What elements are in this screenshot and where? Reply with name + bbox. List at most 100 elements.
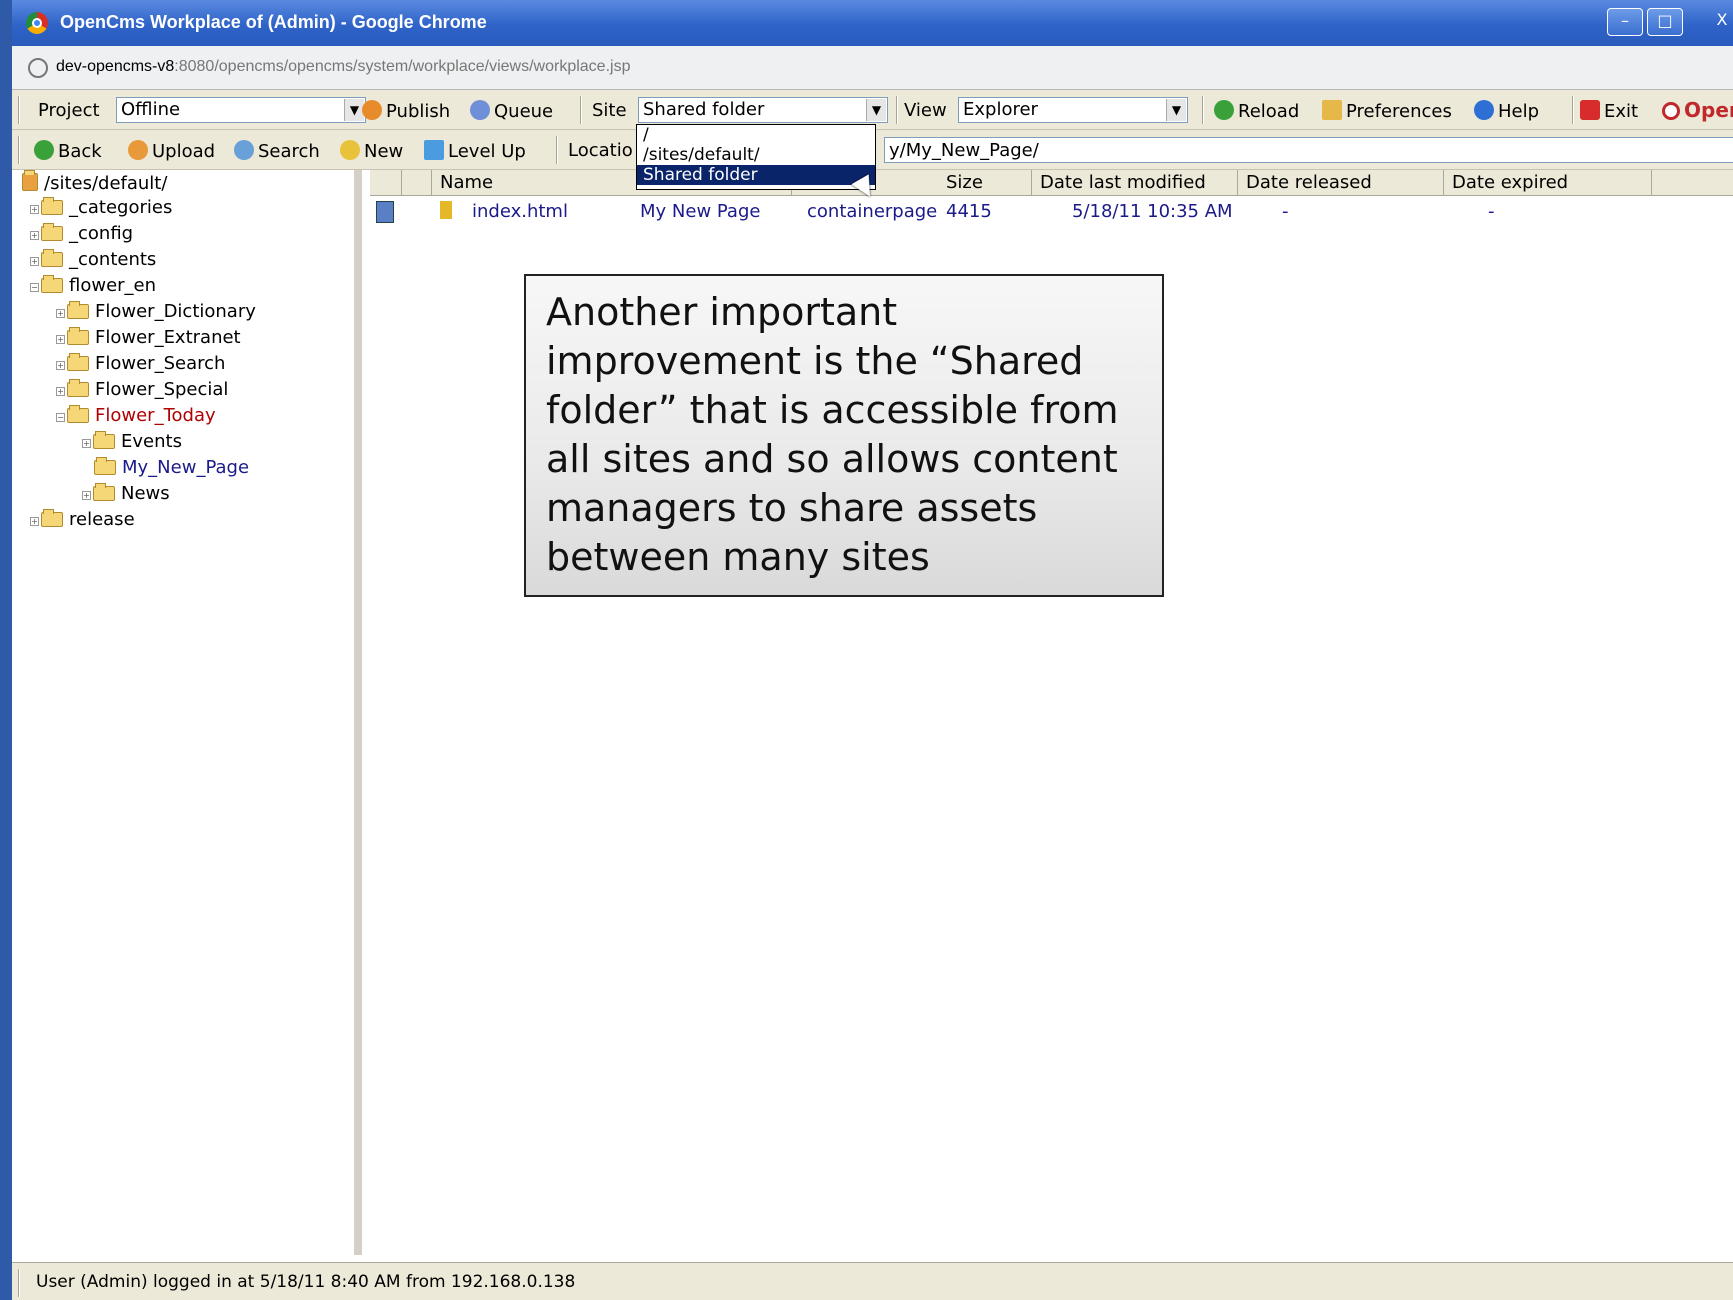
tree-item-label: _categories xyxy=(69,197,173,218)
file-title: My New Page xyxy=(640,201,761,222)
tree-item[interactable]: + _categories xyxy=(30,196,172,220)
folder-icon xyxy=(41,223,63,241)
tree-item-label: Flower_Dictionary xyxy=(95,301,256,322)
location-input[interactable]: y/My_New_Page/ xyxy=(884,137,1733,163)
publish-label: Publish xyxy=(386,101,451,122)
minimize-button[interactable]: – xyxy=(1607,8,1643,36)
view-label: View xyxy=(904,100,947,121)
expand-icon[interactable]: + xyxy=(82,491,91,500)
tree-root-label: /sites/default/ xyxy=(44,173,168,194)
col-date-released[interactable]: Date released xyxy=(1238,170,1444,196)
toolbar-separator xyxy=(1202,96,1204,124)
level-up-button[interactable]: Level Up xyxy=(424,140,526,162)
status-separator xyxy=(18,1269,20,1297)
level-up-icon xyxy=(424,140,444,160)
project-select-value: Offline xyxy=(121,99,181,120)
site-option[interactable]: /sites/default/ xyxy=(637,145,875,165)
window-frame xyxy=(0,0,12,1300)
folder-icon xyxy=(67,405,89,423)
site-option[interactable]: / xyxy=(637,125,875,145)
expand-icon[interactable]: + xyxy=(56,309,65,318)
file-name[interactable]: index.html xyxy=(472,201,568,222)
tree-item-label: My_New_Page xyxy=(122,457,250,478)
tree-item[interactable]: + Events xyxy=(82,430,182,454)
collapse-icon[interactable]: − xyxy=(30,283,39,292)
help-button[interactable]: Help xyxy=(1474,100,1539,122)
expand-icon[interactable]: + xyxy=(30,205,39,214)
expand-icon[interactable]: + xyxy=(30,231,39,240)
expand-icon[interactable]: + xyxy=(56,361,65,370)
tree-item[interactable]: + Flower_Extranet xyxy=(56,326,241,350)
col-size[interactable]: Size xyxy=(938,170,1032,196)
search-icon xyxy=(234,140,254,160)
table-row[interactable]: index.html My New Page containerpage 441… xyxy=(370,198,1733,226)
tree-item-label: Flower_Special xyxy=(95,379,229,400)
file-list-header: Name Size Date last modified Date releas… xyxy=(370,170,1733,196)
chevron-down-icon[interactable]: ▼ xyxy=(866,99,886,121)
maximize-button[interactable]: □ xyxy=(1647,8,1683,36)
site-select[interactable]: Shared folder ▼ xyxy=(638,97,888,123)
expand-icon[interactable]: + xyxy=(56,335,65,344)
chevron-down-icon[interactable]: ▼ xyxy=(1166,99,1186,121)
col-date-modified[interactable]: Date last modified xyxy=(1032,170,1238,196)
logo-text: Oper xyxy=(1684,98,1733,122)
upload-button[interactable]: Upload xyxy=(128,140,215,162)
expand-icon[interactable]: + xyxy=(82,439,91,448)
search-button[interactable]: Search xyxy=(234,140,320,162)
chevron-down-icon[interactable]: ▼ xyxy=(344,99,364,121)
project-select[interactable]: Offline ▼ xyxy=(116,97,366,123)
col-icon[interactable] xyxy=(370,170,402,196)
tree-item[interactable]: + release xyxy=(30,508,135,532)
tree-item[interactable]: − flower_en xyxy=(30,274,156,298)
site-dropdown-list[interactable]: / /sites/default/ Shared folder xyxy=(636,124,876,190)
upload-icon xyxy=(128,140,148,160)
new-button[interactable]: New xyxy=(340,140,403,162)
site-label: Site xyxy=(592,100,627,121)
exit-button[interactable]: Exit xyxy=(1580,100,1638,122)
back-button[interactable]: Back xyxy=(34,140,102,162)
publish-icon xyxy=(362,100,382,120)
tree-root[interactable]: /sites/default/ xyxy=(22,170,168,196)
expand-icon[interactable]: + xyxy=(30,257,39,266)
tree-item[interactable]: + Flower_Dictionary xyxy=(56,300,256,324)
folder-icon xyxy=(93,483,115,501)
magic-wand-icon xyxy=(340,140,360,160)
file-date-modified: 5/18/11 10:35 AM xyxy=(1072,201,1233,222)
tree-item-label: Flower_Search xyxy=(95,353,226,374)
preferences-button[interactable]: Preferences xyxy=(1322,100,1452,122)
publish-button[interactable]: Publish xyxy=(362,100,450,122)
address-bar[interactable]: dev-opencms-v8:8080/opencms/opencms/syst… xyxy=(12,46,1733,90)
preferences-icon xyxy=(1322,100,1342,120)
project-label: Project xyxy=(38,100,100,121)
view-select[interactable]: Explorer ▼ xyxy=(958,97,1188,123)
expand-icon[interactable]: + xyxy=(56,387,65,396)
folder-icon xyxy=(67,301,89,319)
window-title: OpenCms Workplace of (Admin) - Google Ch… xyxy=(60,12,487,32)
folder-tree: /sites/default/ + _categories + _config + _… xyxy=(12,170,362,1255)
tree-item[interactable]: + _config xyxy=(30,222,133,246)
site-option-selected[interactable]: Shared folder xyxy=(637,165,875,185)
status-text: User (Admin) logged in at 5/18/11 8:40 A… xyxy=(36,1272,576,1292)
folder-icon xyxy=(67,327,89,345)
tree-item[interactable]: + Flower_Search xyxy=(56,352,225,376)
col-lock[interactable] xyxy=(402,170,432,196)
collapse-icon[interactable]: − xyxy=(56,413,65,422)
title-bar: OpenCms Workplace of (Admin) - Google Ch… xyxy=(12,0,1733,46)
toolbar-separator xyxy=(1572,96,1574,124)
expand-icon[interactable]: + xyxy=(30,517,39,526)
reload-button[interactable]: Reload xyxy=(1214,100,1299,122)
toolbar-separator xyxy=(18,96,20,124)
tree-item-label: flower_en xyxy=(69,275,157,296)
url-host: dev-opencms-v8 xyxy=(56,58,175,75)
folder-icon xyxy=(41,197,63,215)
url-text[interactable]: dev-opencms-v8:8080/opencms/opencms/syst… xyxy=(56,58,630,76)
col-date-expired[interactable]: Date expired xyxy=(1444,170,1652,196)
queue-button[interactable]: Queue xyxy=(470,100,553,122)
close-button[interactable]: X xyxy=(1692,8,1733,36)
tree-item-selected[interactable]: My_New_Page xyxy=(94,456,249,480)
tree-item[interactable]: + _contents xyxy=(30,248,156,272)
tree-item[interactable]: + News xyxy=(82,482,170,506)
tree-item-current[interactable]: − Flower_Today xyxy=(56,404,216,428)
tree-item[interactable]: + Flower_Special xyxy=(56,378,228,402)
queue-icon xyxy=(470,100,490,120)
